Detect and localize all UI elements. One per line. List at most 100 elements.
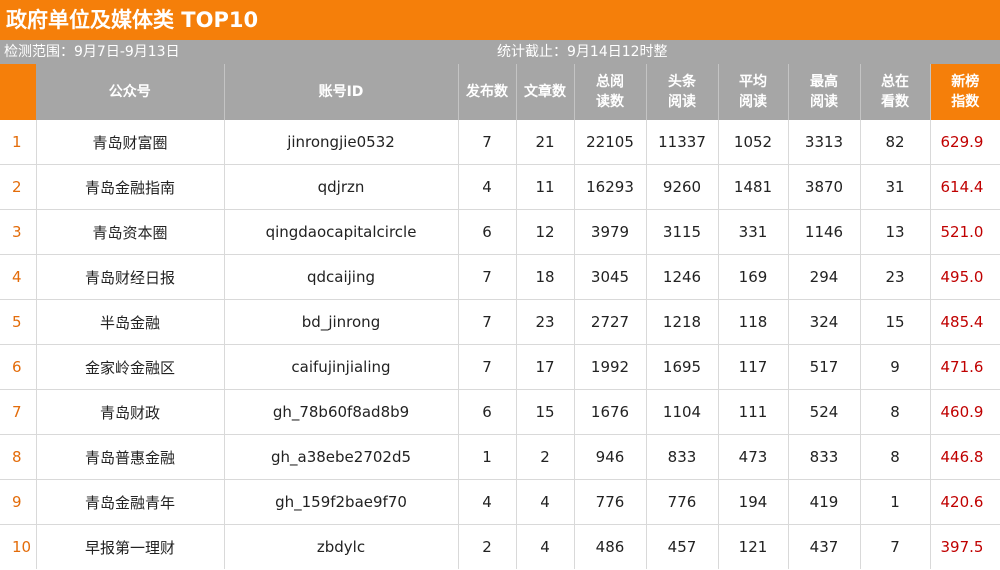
table-row[interactable]: 1 青岛财富圈 jinrongjie0532 7 21 22105 11337 1052 331…	[0, 120, 1000, 165]
head-reads-cell: 1695	[646, 344, 719, 390]
range-label: 检测范围：9月7日-9月13日	[4, 44, 180, 60]
column-header-max-reads-line2: 阅读	[810, 94, 838, 110]
column-header-watching-line2: 看数	[881, 94, 909, 110]
deadline-label: 统计截止：9月14日12时整	[497, 44, 668, 60]
watching-cell: 1	[860, 479, 931, 525]
table-row[interactable]: 5 半岛金融 bd_jinrong 7 23 2727 1218 118 324 15 485.4	[0, 299, 1000, 345]
table-row[interactable]: 9 青岛金融青年 gh_159f2bae9f70 4 4 776 776 194 419 1 420…	[0, 479, 1000, 525]
score-cell: 471.6	[930, 344, 1000, 390]
score-cell: 397.5	[940, 538, 984, 556]
avg-reads-cell: 194	[718, 479, 789, 525]
avg-reads-cell: 117	[718, 344, 789, 390]
table-row[interactable]: 7 青岛财政 gh_78b60f8ad8b9 6 15 1676 1104 111 524 8 46…	[0, 389, 1000, 435]
account-id-cell: gh_78b60f8ad8b9	[224, 389, 459, 435]
column-header-watching-line1: 总在	[881, 74, 909, 90]
column-header-max-reads[interactable]: 最高 阅读	[788, 64, 861, 120]
rank-cell: 9	[0, 479, 37, 525]
column-header-head-reads-line2: 阅读	[668, 94, 696, 110]
account-name-cell: 青岛普惠金融	[36, 434, 225, 480]
head-reads-cell: 457	[646, 524, 719, 569]
rank-cell: 1	[0, 120, 37, 165]
column-header-posts[interactable]: 发布数	[458, 64, 517, 120]
watching-cell: 9	[860, 344, 931, 390]
total-reads-cell: 16293	[574, 164, 647, 210]
column-header-total-reads[interactable]: 总阅 读数	[574, 64, 647, 120]
watching-cell: 15	[860, 299, 931, 345]
total-reads-cell: 776	[574, 479, 647, 525]
watching-cell: 13	[860, 209, 931, 255]
posts-cell: 4	[458, 479, 517, 525]
score-cell: 420.6	[930, 479, 1000, 525]
account-name-cell: 青岛财富圈	[36, 120, 225, 165]
total-reads-cell: 486	[574, 524, 647, 569]
articles-cell: 4	[516, 524, 575, 569]
rank-cell: 10	[0, 524, 37, 569]
head-reads-cell: 9260	[646, 164, 719, 210]
head-reads-cell: 3115	[646, 209, 719, 255]
column-header-head-reads[interactable]: 头条 阅读	[646, 64, 719, 120]
articles-cell: 11	[516, 164, 575, 210]
table-row[interactable]: 4 青岛财经日报 qdcaijing 7 18 3045 1246 169 294 23 495.0	[0, 254, 1000, 300]
rank-cell: 4	[0, 254, 37, 300]
articles-cell: 2	[516, 434, 575, 480]
articles-cell: 23	[516, 299, 575, 345]
head-reads-cell: 1218	[646, 299, 719, 345]
articles-cell: 17	[516, 344, 575, 390]
account-name-cell: 半岛金融	[36, 299, 225, 345]
score-cell: 485.4	[930, 299, 1000, 345]
column-header-score[interactable]: 新榜 指数	[930, 64, 1000, 120]
max-reads-cell: 294	[788, 254, 861, 300]
avg-reads-cell: 331	[718, 209, 789, 255]
rank-cell: 8	[0, 434, 37, 480]
max-reads-cell: 3870	[788, 164, 861, 210]
total-reads-cell: 1676	[574, 389, 647, 435]
account-name-cell: 金家岭金融区	[36, 344, 225, 390]
posts-cell: 7	[458, 254, 517, 300]
avg-reads-cell: 118	[718, 299, 789, 345]
posts-cell: 1	[458, 434, 517, 480]
max-reads-cell: 524	[788, 389, 861, 435]
watching-cell: 23	[860, 254, 931, 300]
posts-cell: 7	[458, 120, 517, 165]
account-name-cell: 青岛金融青年	[36, 479, 225, 525]
account-id-cell: zbdylc	[224, 524, 459, 569]
articles-cell: 18	[516, 254, 575, 300]
total-reads-cell: 22105	[574, 120, 647, 165]
head-reads-cell: 11337	[646, 120, 719, 165]
table-row[interactable]: 10 早报第一理财 zbdylc 2 4 486 457 121 437 7 397.5	[0, 524, 1000, 569]
head-reads-cell: 1246	[646, 254, 719, 300]
rank-cell: 5	[0, 299, 37, 345]
avg-reads-cell: 1052	[718, 120, 789, 165]
range-bar: 检测范围：9月7日-9月13日 统计截止：9月14日12时整	[0, 40, 1000, 64]
table-row[interactable]: 3 青岛资本圈 qingdaocapitalcircle 6 12 3979 3115 331…	[0, 209, 1000, 255]
watching-cell: 8	[860, 434, 931, 480]
account-id-cell: gh_a38ebe2702d5	[224, 434, 459, 480]
column-header-rank	[0, 64, 36, 120]
score-cell: 495.0	[930, 254, 1000, 300]
column-header-articles[interactable]: 文章数	[516, 64, 575, 120]
posts-cell: 7	[458, 344, 517, 390]
table-row[interactable]: 6 金家岭金融区 caifujinjialing 7 17 1992 1695 117 517 9…	[0, 344, 1000, 390]
score-cell: 521.0	[930, 209, 1000, 255]
score-cell: 446.8	[930, 434, 1000, 480]
column-header-avg-reads[interactable]: 平均 阅读	[718, 64, 789, 120]
column-header-account[interactable]: 公众号	[36, 64, 225, 120]
watching-cell: 7	[860, 524, 931, 569]
account-name-cell: 青岛资本圈	[36, 209, 225, 255]
column-header-avg-reads-line2: 阅读	[739, 94, 767, 110]
rank-cell: 2	[0, 164, 37, 210]
account-id-cell: qingdaocapitalcircle	[224, 209, 459, 255]
watching-cell: 31	[860, 164, 931, 210]
posts-cell: 6	[458, 209, 517, 255]
max-reads-cell: 3313	[788, 120, 861, 165]
articles-cell: 21	[516, 120, 575, 165]
max-reads-cell: 437	[788, 524, 861, 569]
column-header-id[interactable]: 账号ID	[224, 64, 459, 120]
table-row[interactable]: 8 青岛普惠金融 gh_a38ebe2702d5 1 2 946 833 473 833 8 446…	[0, 434, 1000, 480]
score-cell: 629.9	[930, 120, 1000, 165]
max-reads-cell: 324	[788, 299, 861, 345]
column-header-watching[interactable]: 总在 看数	[860, 64, 931, 120]
table-row[interactable]: 2 青岛金融指南 qdjrzn 4 11 16293 9260 1481 3870 31 614.4	[0, 164, 1000, 210]
total-reads-cell: 946	[574, 434, 647, 480]
account-name-cell: 早报第一理财	[36, 524, 225, 569]
